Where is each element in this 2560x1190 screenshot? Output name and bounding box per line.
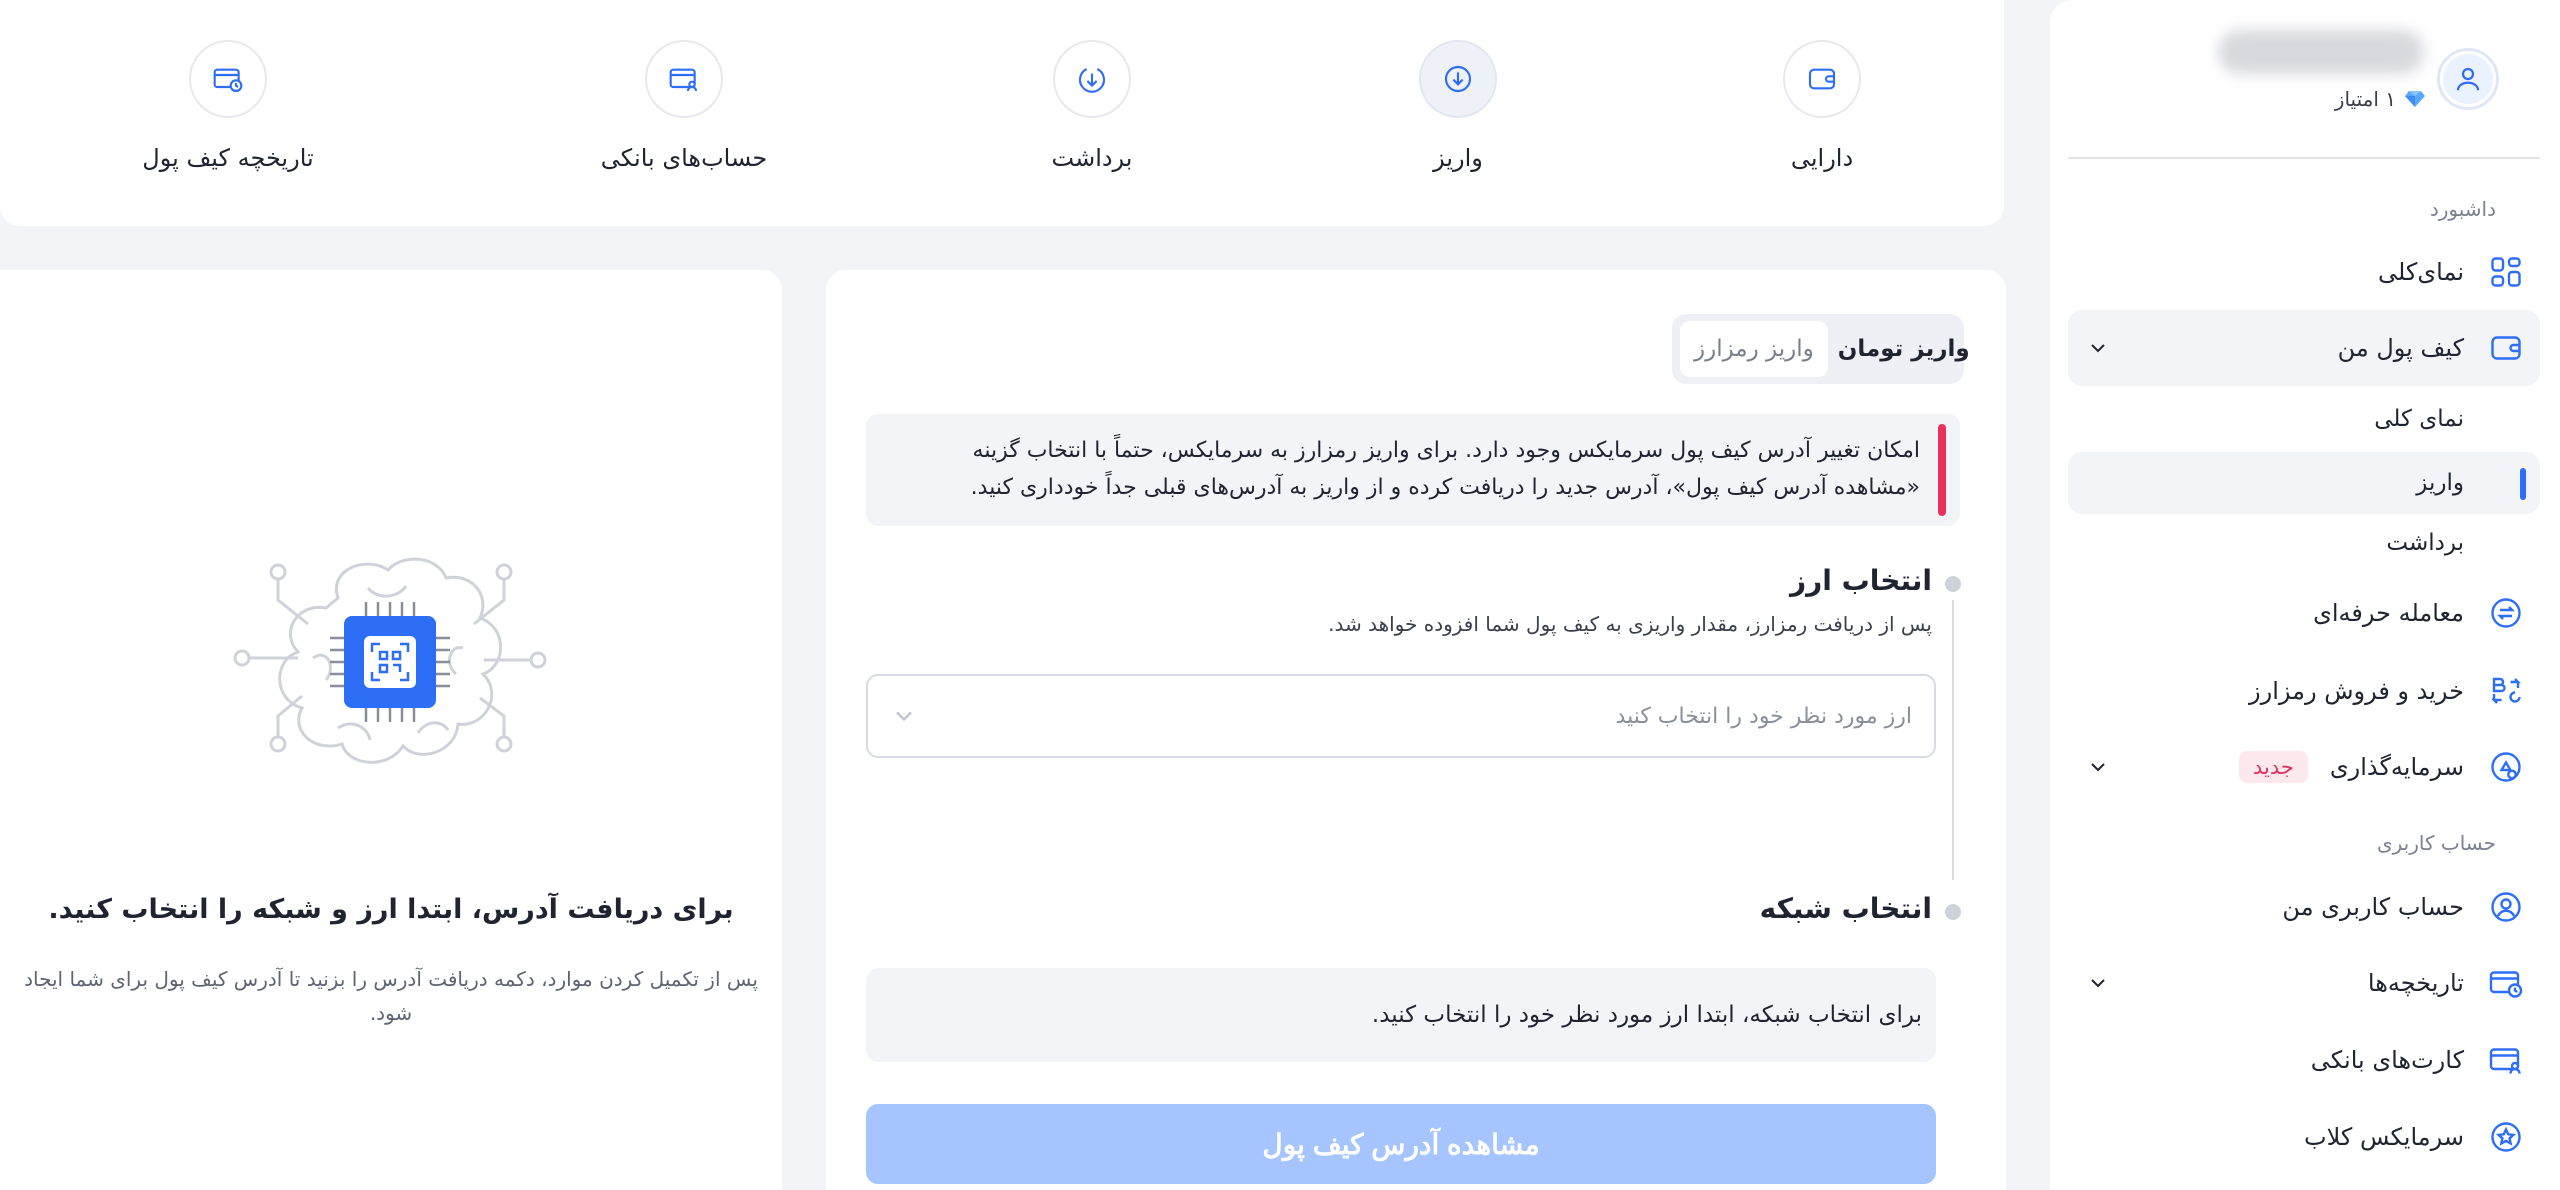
tab-deposit[interactable]: واریز [1348,40,1568,190]
user-icon [2486,887,2526,927]
submenu-item-deposit[interactable]: واریز [2068,452,2540,514]
select-currency-desc: پس از دریافت رمزارز، مقدار واریزی به کیف… [1328,612,1932,636]
sidebar-item-label: سرمایکس کلاب [2303,1123,2464,1151]
submenu-item-overview[interactable]: نمای کلی [2068,388,2540,450]
user-avatar[interactable] [2437,48,2499,110]
tab-toman-deposit[interactable]: واریز تومان [1828,336,1980,362]
sidebar-item-bank-cards[interactable]: کارت‌های بانکی [2068,1022,2540,1098]
wallet-address-alert: امکان تغییر آدرس کیف پول سرمایکس وجود دا… [866,414,1960,526]
user-icon [2443,54,2493,104]
chevron-down-icon [896,711,912,722]
tab-label: حساب‌های بانکی [600,144,768,172]
submenu-label: واریز [2416,470,2464,496]
chevron-down-icon [2091,979,2105,988]
sidebar-item-label: کارت‌های بانکی [2310,1046,2464,1074]
points-label: ۱ امتیاز [2334,87,2396,111]
deposit-type-toggle: واریز رمزارز واریز تومان [1672,314,1970,384]
tab-label: واریز [1433,144,1483,172]
tab-withdraw[interactable]: برداشت [982,40,1202,190]
star-icon [2486,1117,2526,1157]
withdraw-icon [1053,40,1131,118]
bank-card-icon [2486,1040,2526,1080]
view-wallet-address-button[interactable]: مشاهده آدرس کیف پول [866,1104,1936,1184]
sidebar-item-pro-trade[interactable]: معامله حرفه‌ای [2068,575,2540,651]
sidebar-item-label: معامله حرفه‌ای [2313,599,2464,627]
illustration-desc: پس از تکمیل کردن موارد، دکمه دریافت آدرس… [24,967,758,1025]
sidebar-item-club[interactable]: سرمایکس کلاب [2068,1099,2540,1175]
sidebar-item-label: حساب کاربری من [2282,893,2464,921]
new-badge: جدید [2238,751,2308,783]
investment-icon [2486,747,2526,787]
tab-label: برداشت [1051,144,1133,172]
alert-strip [1938,424,1946,516]
step-line [1952,600,1954,880]
bank-account-icon [645,40,723,118]
currency-select-placeholder: ارز مورد نظر خود را انتخاب کنید [1615,703,1912,729]
wallet-icon [2486,328,2526,368]
submenu-item-withdraw[interactable]: برداشت [2068,512,2540,574]
step-dot [1945,904,1961,920]
chip-brain-illustration [233,557,547,764]
sidebar-item-label: کیف پول من [2337,334,2464,362]
submenu-label: برداشت [2386,530,2464,556]
tab-label: دارایی [1790,144,1854,172]
step-dot [1945,576,1961,592]
diamond-icon [2405,91,2425,107]
sidebar-item-label: تاریخچه‌ها [2367,969,2464,997]
wallet-history-icon [189,40,267,118]
active-indicator [2520,468,2526,500]
history-icon [2486,963,2526,1003]
grid-icon [2486,252,2526,292]
exchange-icon [2486,593,2526,633]
alert-text: امکان تغییر آدرس کیف پول سرمایکس وجود دا… [970,438,1920,500]
sidebar-item-label: نمای‌کلی [2377,258,2464,286]
network-hint-box: برای انتخاب شبکه، ابتدا ارز مورد نظر خود… [866,968,1936,1062]
sidebar-item-overview[interactable]: نمای‌کلی [2068,234,2540,310]
chevron-down-icon [2091,763,2105,772]
illustration-title: برای دریافت آدرس، ابتدا ارز و شبکه را ان… [48,894,734,925]
section-label-dashboard: داشبورد [2429,197,2496,221]
currency-select[interactable]: ارز مورد نظر خود را انتخاب کنید [866,674,1936,758]
sidebar-item-my-wallet[interactable]: کیف پول من [2068,310,2540,386]
chevron-down-icon [2091,344,2105,353]
user-points: ۱ امتیاز [2320,84,2426,114]
sidebar-item-buy-sell[interactable]: خرید و فروش رمزارز [2068,653,2540,729]
tab-bank-accounts[interactable]: حساب‌های بانکی [574,40,794,190]
deposit-icon [1419,40,1497,118]
tab-wallet-history[interactable]: تاریخچه کیف پول [118,40,338,190]
submenu-label: نمای کلی [2374,406,2464,432]
currency-swap-icon [2486,671,2526,711]
sidebar-item-label: سرمایه‌گذاری [2329,753,2464,781]
sidebar-divider [2068,157,2540,159]
sidebar-item-histories[interactable]: تاریخچه‌ها [2068,945,2540,1021]
section-label-account: حساب کاربری [2376,831,2496,855]
select-network-title: انتخاب شبکه [1759,892,1932,925]
sidebar-item-label: خرید و فروش رمزارز [2249,677,2464,705]
username-blurred [2218,30,2424,74]
sidebar-item-investment[interactable]: جدید سرمایه‌گذاری [2068,729,2540,805]
tab-label: تاریخچه کیف پول [142,144,314,172]
sidebar-item-my-account[interactable]: حساب کاربری من [2068,869,2540,945]
tab-crypto-deposit[interactable]: واریز رمزارز [1680,321,1828,377]
wallet-icon [1783,40,1861,118]
select-currency-title: انتخاب ارز [1790,564,1932,597]
tab-assets[interactable]: دارایی [1712,40,1932,190]
network-hint-text: برای انتخاب شبکه، ابتدا ارز مورد نظر خود… [1371,1002,1922,1028]
